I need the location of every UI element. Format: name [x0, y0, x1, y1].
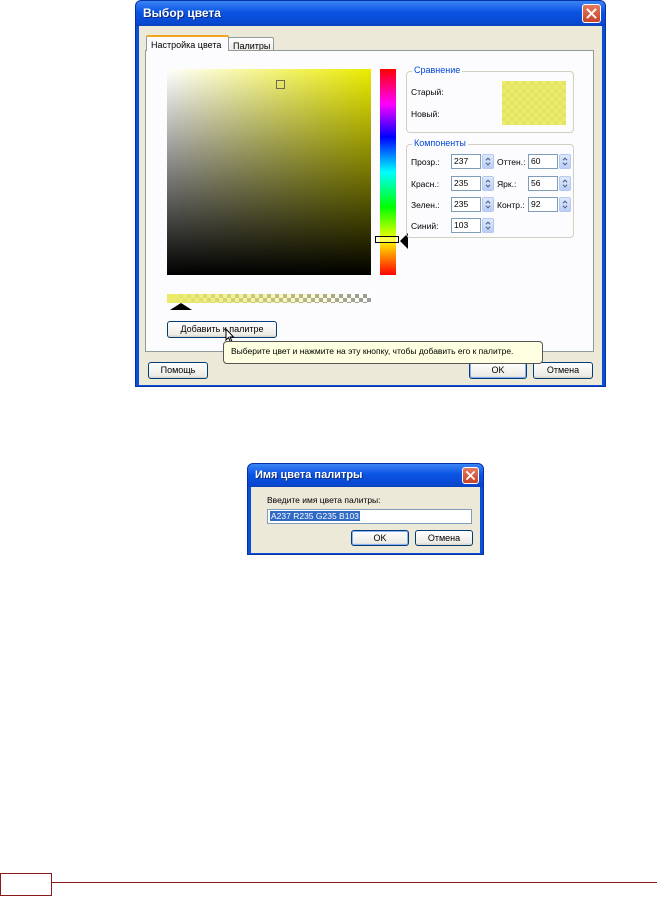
- ok-button[interactable]: OK: [469, 362, 527, 379]
- palette-name-dialog-client: Введите имя цвета палитры: A237 R235 G23…: [251, 487, 480, 553]
- red-label: Красн.:: [411, 179, 440, 189]
- new-color-swatch: [502, 81, 566, 125]
- blue-spinner: 103: [451, 218, 494, 233]
- alpha-spin-button[interactable]: [482, 154, 494, 169]
- sv-picker-marker[interactable]: [276, 80, 285, 89]
- green-spin-button[interactable]: [482, 197, 494, 212]
- hue-spinner: 60: [528, 154, 571, 169]
- saturation-value-picker[interactable]: [167, 69, 371, 275]
- color-dialog-close-button[interactable]: [582, 4, 601, 23]
- add-to-palette-button[interactable]: Добавить к палитре: [167, 321, 277, 338]
- tab-color-settings-label: Настройка цвета: [151, 40, 222, 50]
- blue-label: Синий:: [411, 221, 439, 231]
- hue-input[interactable]: 60: [528, 154, 558, 169]
- palette-name-dialog-titlebar[interactable]: Имя цвета палитры: [248, 464, 483, 487]
- page-number-box: [0, 873, 52, 896]
- spin-arrows-icon: [485, 179, 491, 188]
- cancel-label: Отмена: [546, 365, 580, 375]
- spin-arrows-icon: [562, 179, 568, 188]
- lightness-spinner: 56: [528, 176, 571, 191]
- green-spinner: 235: [451, 197, 494, 212]
- color-dialog-title: Выбор цвета: [143, 6, 221, 20]
- red-spin-button[interactable]: [482, 176, 494, 191]
- color-dialog-client: Настройка цвета Палитры Сравнение Старый…: [139, 26, 602, 385]
- contrast-spin-button[interactable]: [559, 197, 571, 212]
- palette-name-cancel-label: Отмена: [427, 533, 461, 543]
- spin-arrows-icon: [562, 157, 568, 166]
- color-settings-panel: Сравнение Старый: Новый: Компоненты Проз…: [145, 50, 594, 352]
- spin-arrows-icon: [485, 157, 491, 166]
- color-dialog-titlebar[interactable]: Выбор цвета: [136, 1, 605, 26]
- green-input[interactable]: 235: [451, 197, 481, 212]
- spin-arrows-icon: [485, 200, 491, 209]
- cancel-button[interactable]: Отмена: [533, 362, 593, 379]
- tab-palettes[interactable]: Палитры: [228, 37, 274, 51]
- add-to-palette-label: Добавить к палитре: [180, 324, 264, 334]
- palette-name-dialog-window: Имя цвета палитры Введите имя цвета пали…: [247, 463, 484, 555]
- blue-input[interactable]: 103: [451, 218, 481, 233]
- palette-name-input-value: A237 R235 G235 B103: [270, 511, 360, 521]
- lightness-spin-button[interactable]: [559, 176, 571, 191]
- palette-name-dialog-title: Имя цвета палитры: [255, 469, 363, 481]
- blue-spin-button[interactable]: [482, 218, 494, 233]
- palette-name-prompt: Введите имя цвета палитры:: [267, 495, 381, 505]
- alpha-spinner: 237: [451, 154, 494, 169]
- new-color-label: Новый:: [411, 109, 440, 119]
- hue-slider-marker[interactable]: [375, 236, 399, 243]
- close-icon: [586, 8, 597, 19]
- add-to-palette-tooltip: Выберите цвет и нажмите на эту кнопку, ч…: [223, 341, 543, 364]
- contrast-label: Контр.:: [497, 200, 525, 210]
- tab-color-settings[interactable]: Настройка цвета: [146, 35, 229, 51]
- old-color-label: Старый:: [411, 87, 444, 97]
- help-button[interactable]: Помощь: [148, 362, 208, 379]
- components-group-title: Компоненты: [412, 138, 468, 148]
- hue-slider[interactable]: [375, 69, 399, 275]
- lightness-input[interactable]: 56: [528, 176, 558, 191]
- alpha-label: Прозр.:: [411, 157, 440, 167]
- hue-spin-button[interactable]: [559, 154, 571, 169]
- palette-name-input[interactable]: A237 R235 G235 B103: [267, 509, 472, 524]
- alpha-slider[interactable]: [167, 294, 371, 303]
- color-dialog-window: Выбор цвета Настройка цвета Палитры Срав…: [135, 0, 606, 387]
- palette-name-ok-button[interactable]: OK: [351, 530, 409, 546]
- palette-name-ok-label: OK: [373, 533, 387, 543]
- spin-arrows-icon: [485, 221, 491, 230]
- close-icon: [466, 471, 475, 480]
- contrast-spinner: 92: [528, 197, 571, 212]
- spin-arrows-icon: [562, 200, 568, 209]
- help-label: Помощь: [160, 365, 196, 375]
- red-spinner: 235: [451, 176, 494, 191]
- tooltip-text: Выберите цвет и нажмите на эту кнопку, ч…: [231, 346, 514, 356]
- lightness-label: Ярк.:: [497, 179, 517, 189]
- hue-label: Оттен.:: [497, 157, 526, 167]
- green-label: Зелен.:: [411, 200, 440, 210]
- palette-name-cancel-button[interactable]: Отмена: [415, 530, 473, 546]
- contrast-input[interactable]: 92: [528, 197, 558, 212]
- alpha-input[interactable]: 237: [451, 154, 481, 169]
- page-footer-rule: [0, 882, 657, 883]
- red-input[interactable]: 235: [451, 176, 481, 191]
- ok-label: OK: [491, 365, 505, 375]
- alpha-pointer-icon: [170, 303, 192, 310]
- palette-name-dialog-close-button[interactable]: [462, 467, 479, 484]
- comparison-group-title: Сравнение: [412, 65, 463, 75]
